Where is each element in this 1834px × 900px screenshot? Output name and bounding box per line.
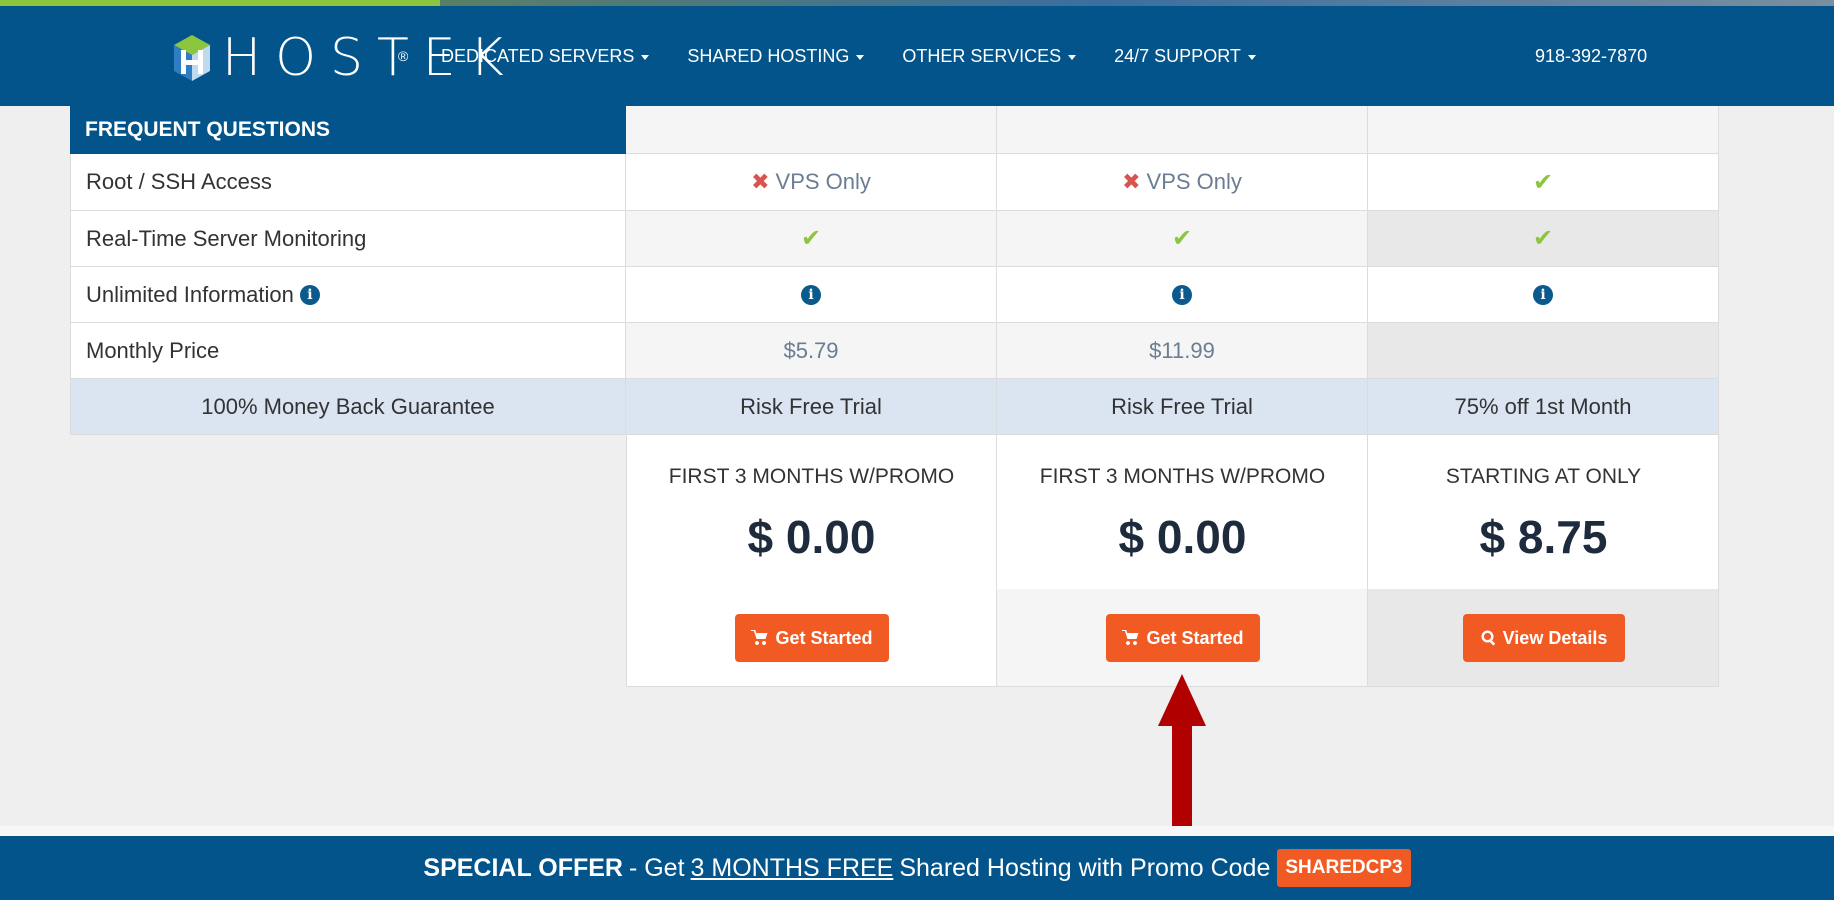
nav-label: SHARED HOSTING [687,45,850,66]
plan2-price: $ 0.00 [1118,511,1247,563]
main-nav: DEDICATED SERVERS SHARED HOSTING OTHER S… [441,6,1256,106]
row-label-monitoring: Real-Time Server Monitoring [70,211,626,267]
footer-divider [0,826,1834,836]
row-label-unlimited-information: Unlimited Information i [70,267,626,323]
caret-down-icon [1068,54,1077,60]
cart-icon [1122,630,1139,645]
nav-label: DEDICATED SERVERS [441,45,635,66]
nav-support[interactable]: 24/7 SUPPORT [1114,46,1256,67]
plan2-promo-label: FIRST 3 MONTHS W/PROMO [1039,465,1326,488]
info-icon[interactable]: i [801,284,821,305]
special-offer-title: SPECIAL OFFER [423,853,623,882]
offer-link[interactable]: 3 MONTHS FREE [691,854,894,883]
x-icon: ✖ [1122,169,1141,194]
plan-header-cell [997,106,1368,154]
cell-monthly-price-plan2: $11.99 [997,323,1368,379]
cell-text: VPS Only [1146,169,1242,194]
button-label: Get Started [775,627,873,648]
special-offer-bar: SPECIAL OFFER - Get 3 MONTHS FREE Shared… [0,836,1834,900]
cell-monitoring-plan2: ✔ [997,211,1368,267]
check-icon: ✔ [1171,225,1193,252]
plan3-promo-label: STARTING AT ONLY [1445,465,1642,488]
cell-monitoring-plan3: ✔ [1368,211,1719,267]
plan1-get-started-button[interactable]: Get Started [735,614,889,662]
cell-monitoring-plan1: ✔ [626,211,997,267]
caret-down-icon [856,54,865,60]
plan1-promo-label: FIRST 3 MONTHS W/PROMO [668,465,955,488]
offer-text-post: Shared Hosting with Promo Code [899,853,1271,882]
plan-header-cell [1368,106,1719,154]
plan3-price: $ 8.75 [1479,511,1608,563]
cell-unlimited-plan2: i [997,267,1368,323]
guarantee-text: Risk Free Trial [1111,393,1253,419]
plan1-price: $ 0.00 [747,511,876,563]
price-text: $11.99 [1149,337,1215,363]
guarantee-text: Risk Free Trial [740,393,882,419]
cart-icon [751,630,768,645]
cell-unlimited-plan3: i [1368,267,1719,323]
cell-unlimited-plan1: i [626,267,997,323]
check-icon: ✔ [1532,225,1554,252]
guarantee-text: 75% off 1st Month [1454,393,1632,419]
row-label-root-ssh: Root / SSH Access [70,154,626,211]
info-icon[interactable]: i [299,284,320,305]
nav-shared-hosting[interactable]: SHARED HOSTING [687,45,865,67]
price-text: $5.79 [783,337,839,363]
phone-number[interactable]: 918-392-7870 [1535,6,1647,106]
money-back-guarantee: 100% Money Back Guarantee [70,379,626,435]
button-label: View Details [1502,627,1608,648]
promo-code-badge: SHAREDCP3 [1277,849,1411,887]
guarantee-plan2: Risk Free Trial [997,379,1368,435]
check-icon: ✔ [1532,168,1554,196]
cell-monthly-price-plan3 [1368,323,1719,379]
info-icon[interactable]: i [1172,284,1192,305]
annotation-arrow-icon [1158,674,1206,828]
plan2-get-started-button[interactable]: Get Started [1106,614,1260,662]
x-icon: ✖ [751,169,770,194]
row-label-monthly-price: Monthly Price [70,323,626,379]
cell-root-ssh-plan3: ✔ [1368,154,1719,211]
guarantee-label: 100% Money Back Guarantee [201,393,495,419]
guarantee-plan3: 75% off 1st Month [1368,379,1719,435]
cell-monthly-price-plan1: $5.79 [626,323,997,379]
nav-label: 24/7 SUPPORT [1114,45,1241,66]
nav-label: OTHER SERVICES [902,45,1062,66]
plan-header-cell [626,106,997,154]
cell-root-ssh-plan1: ✖ VPS Only [626,154,997,211]
nav-dedicated-servers[interactable]: DEDICATED SERVERS [441,45,650,67]
logo[interactable]: HOSTEK ® [172,30,504,86]
offer-text-pre: - Get [628,853,685,882]
caret-down-icon [641,54,650,60]
button-label: Get Started [1146,627,1244,648]
search-icon [1481,630,1495,646]
row-label: Root / SSH Access [86,169,272,194]
cell-text: VPS Only [775,169,871,194]
info-icon[interactable]: i [1533,284,1553,305]
logo-registered-mark: ® [398,48,409,64]
nav-other-services[interactable]: OTHER SERVICES [902,45,1077,67]
plan3-view-details-button[interactable]: View Details [1463,614,1625,662]
guarantee-plan1: Risk Free Trial [626,379,997,435]
logo-cube-icon [174,35,210,81]
check-icon: ✔ [800,225,822,252]
row-label: Monthly Price [86,337,220,363]
caret-down-icon [1247,54,1256,60]
cell-root-ssh-plan2: ✖ VPS Only [997,154,1368,211]
frequent-questions-header: FREQUENT QUESTIONS [70,106,626,154]
row-label: Unlimited Information [86,281,294,307]
row-label: Real-Time Server Monitoring [86,225,367,251]
